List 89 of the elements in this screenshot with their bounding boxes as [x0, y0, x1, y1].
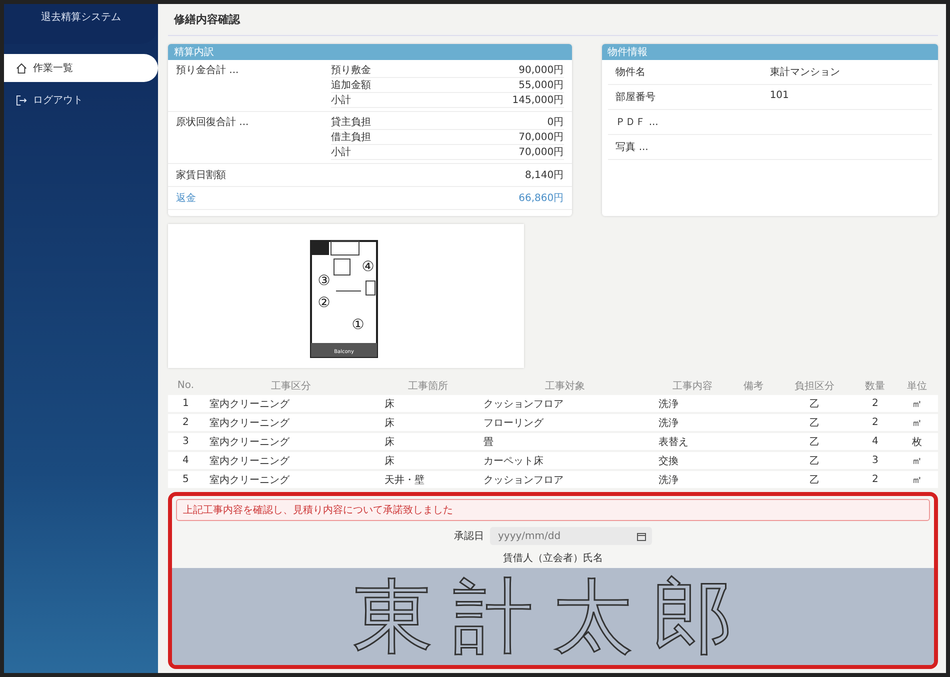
property-label: 部屋番号	[616, 90, 657, 104]
table-cell: 乙	[774, 432, 854, 451]
rent-label: 家賃日割額	[176, 168, 226, 182]
property-label: 物件名	[616, 66, 647, 79]
total-label: 返金	[176, 192, 196, 205]
line-label: 借主負担	[331, 130, 372, 144]
logout-icon	[16, 94, 27, 106]
table-cell: 4	[168, 451, 204, 470]
table-cell: フローリング	[477, 413, 653, 432]
line-label: 貸主負担	[331, 116, 372, 129]
property-value: 東計マンション	[770, 66, 841, 79]
column-header: No.	[168, 376, 204, 395]
table-cell: 1	[168, 395, 204, 413]
table-cell: 3	[168, 432, 204, 451]
table-cell: 床	[378, 432, 478, 451]
table-cell: 2	[854, 395, 896, 413]
line-amount: 70,000円	[518, 131, 564, 144]
column-header: 工事内容	[652, 376, 732, 395]
page-title: 修繕内容確認	[168, 8, 938, 36]
table-cell: 洗浄	[652, 470, 732, 489]
table-cell: ㎡	[896, 413, 938, 432]
column-header: 単位	[896, 376, 938, 395]
column-header: 備考	[732, 376, 774, 395]
table-cell: 2	[168, 413, 204, 432]
calendar-icon	[637, 532, 646, 540]
column-header: 工事区分	[203, 376, 378, 395]
table-cell: 室内クリーニング	[203, 395, 378, 413]
line-amount: 55,000円	[518, 79, 564, 92]
table-cell: 交換	[652, 451, 732, 470]
table-cell: ㎡	[896, 451, 938, 470]
table-cell: 乙	[774, 395, 854, 413]
table-cell: ㎡	[896, 395, 938, 413]
column-header: 工事箇所	[378, 376, 478, 395]
table-cell: 枚	[896, 432, 938, 451]
table-cell: 床	[378, 413, 478, 432]
table-cell: 2	[854, 413, 896, 432]
table-cell: 室内クリーニング	[203, 451, 378, 470]
table-cell: 乙	[774, 470, 854, 489]
column-header: 数量	[854, 376, 896, 395]
table-cell: 5	[168, 470, 204, 489]
signature-pad[interactable]: 東計太郎	[172, 568, 934, 665]
line-amount: 90,000円	[518, 64, 564, 77]
line-label: 預り敷金	[331, 64, 372, 77]
table-cell: ㎡	[896, 470, 938, 489]
card-header: 精算内訳	[168, 44, 572, 60]
group-label: 原状回復合計 ...	[176, 116, 250, 130]
property-label: 写真 ...	[616, 140, 650, 154]
date-label: 承認日	[454, 530, 484, 543]
table-cell: 室内クリーニング	[203, 470, 378, 489]
signer-label: 賃借人（立会者）氏名	[502, 552, 604, 565]
sidebar-item[interactable]: ログアウト	[4, 86, 158, 114]
handwritten-signature: 東計太郎	[353, 576, 753, 656]
line-amount: 70,000円	[518, 146, 564, 159]
table-cell: 乙	[774, 451, 854, 470]
table-cell: 畳	[477, 432, 653, 451]
property-value: 101	[770, 90, 790, 103]
rent-amount: 8,140円	[525, 169, 564, 182]
total-amount: 66,860円	[518, 192, 564, 205]
table-cell: 室内クリーニング	[203, 432, 378, 451]
card-header: 物件情報	[602, 44, 938, 60]
group-label: 預り金合計 ...	[176, 64, 240, 78]
table-cell: 乙	[774, 413, 854, 432]
line-label: 小計	[331, 94, 352, 107]
home-icon	[16, 62, 27, 74]
line-label: 小計	[331, 146, 352, 159]
line-amount: 145,000円	[512, 94, 564, 107]
line-label: 追加金額	[331, 78, 372, 92]
date-field[interactable]: yyyy/mm/dd	[496, 530, 620, 542]
table-cell: 室内クリーニング	[203, 413, 378, 432]
table-cell: 床	[378, 395, 478, 413]
table-cell: クッションフロア	[477, 395, 653, 413]
consent-notice: 上記工事内容を確認し、見積り内容について承諾致しました	[176, 499, 930, 521]
table-cell: 天井・壁	[378, 470, 478, 489]
property-label: ＰＤＦ ...	[616, 116, 660, 129]
sidebar-item[interactable]: 作業一覧	[4, 54, 158, 82]
table-cell: 洗浄	[652, 413, 732, 432]
date-picker[interactable]: yyyy/mm/dd	[490, 527, 652, 545]
table-cell: 洗浄	[652, 395, 732, 413]
table-cell: 3	[854, 451, 896, 470]
line-amount: 0円	[547, 116, 564, 129]
table-cell: クッションフロア	[477, 470, 653, 489]
app-title: 退去精算システム	[41, 10, 121, 24]
table-cell: 床	[378, 451, 478, 470]
column-header: 負担区分	[774, 376, 854, 395]
table-cell: 2	[854, 470, 896, 489]
table-cell: 表替え	[652, 432, 732, 451]
column-header: 工事対象	[477, 376, 653, 395]
table-cell: 4	[854, 432, 896, 451]
table-cell: カーペット床	[477, 451, 653, 470]
